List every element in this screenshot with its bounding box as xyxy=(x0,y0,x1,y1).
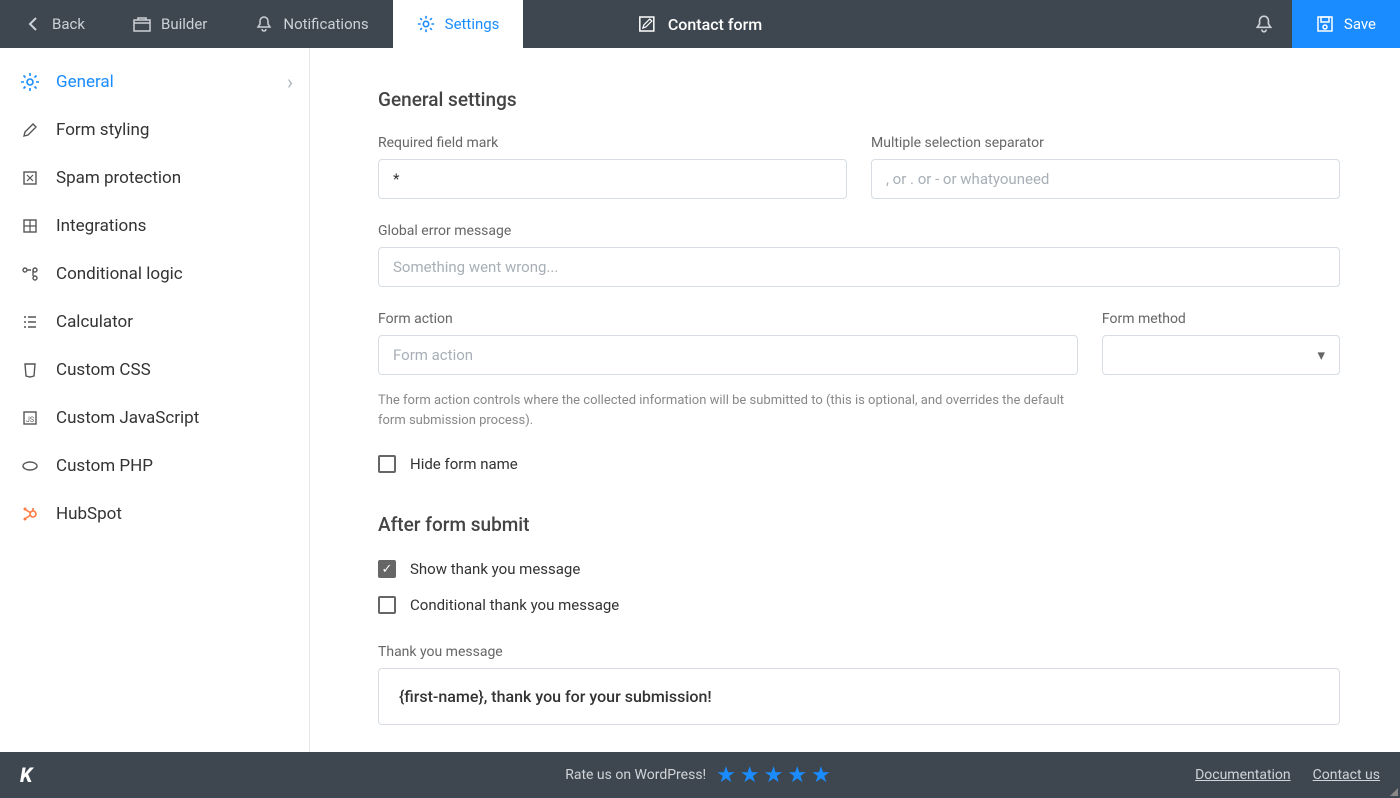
back-label: Back xyxy=(52,15,85,33)
branch-icon xyxy=(20,264,40,284)
rate-text: Rate us on WordPress! xyxy=(565,767,706,783)
global-error-label: Global error message xyxy=(378,223,1340,239)
plug-icon xyxy=(20,216,40,236)
form-method-select[interactable] xyxy=(1102,335,1340,375)
brush-icon xyxy=(20,120,40,140)
chevron-left-icon xyxy=(24,15,42,33)
tab-settings[interactable]: Settings xyxy=(393,0,524,48)
form-method-label: Form method xyxy=(1102,311,1340,327)
form-action-help: The form action controls where the colle… xyxy=(378,391,1078,431)
svg-text:JS: JS xyxy=(26,416,34,424)
notifications-bell-button[interactable] xyxy=(1236,0,1292,48)
settings-content: General settings Required field mark Mul… xyxy=(310,48,1400,752)
section-title-general: General settings xyxy=(378,88,1340,111)
sidebar-item-custom-php[interactable]: Custom PHP xyxy=(0,442,309,490)
sidebar-item-label: General xyxy=(56,72,114,92)
hide-form-name-label: Hide form name xyxy=(410,455,518,473)
gear-icon xyxy=(20,72,40,92)
top-bar: Back Builder Notifications Settings Cont… xyxy=(0,0,1400,48)
required-mark-label: Required field mark xyxy=(378,135,847,151)
settings-label: Settings xyxy=(445,15,500,33)
resize-handle-icon[interactable] xyxy=(1386,784,1398,796)
builder-icon xyxy=(133,15,151,33)
form-action-input[interactable] xyxy=(378,335,1078,375)
sidebar-item-hubspot[interactable]: HubSpot xyxy=(0,490,309,538)
required-mark-input[interactable] xyxy=(378,159,847,199)
builder-label: Builder xyxy=(161,15,207,33)
show-thank-you-checkbox[interactable]: ✓ xyxy=(378,560,396,578)
bell-icon xyxy=(255,15,273,33)
hide-form-name-checkbox[interactable] xyxy=(378,455,396,473)
documentation-link[interactable]: Documentation xyxy=(1195,767,1291,783)
shield-icon xyxy=(20,168,40,188)
sidebar-item-custom-javascript[interactable]: JS Custom JavaScript xyxy=(0,394,309,442)
form-action-label: Form action xyxy=(378,311,1078,327)
sidebar-item-calculator[interactable]: Calculator xyxy=(0,298,309,346)
save-label: Save xyxy=(1344,15,1376,33)
settings-sidebar: General › Form styling Spam protection I… xyxy=(0,48,310,752)
sidebar-item-label: Conditional logic xyxy=(56,264,183,284)
sidebar-item-label: Form styling xyxy=(56,120,149,140)
page-title: Contact form xyxy=(638,0,762,48)
thank-you-label: Thank you message xyxy=(378,644,1340,660)
rating-stars[interactable]: ★★★★★ xyxy=(716,763,835,788)
save-button[interactable]: Save xyxy=(1292,0,1400,48)
sidebar-item-label: Custom PHP xyxy=(56,456,153,476)
tab-builder[interactable]: Builder xyxy=(109,0,231,48)
form-title-text: Contact form xyxy=(668,15,762,34)
global-error-input[interactable] xyxy=(378,247,1340,287)
sidebar-item-spam-protection[interactable]: Spam protection xyxy=(0,154,309,202)
sidebar-item-custom-css[interactable]: Custom CSS xyxy=(0,346,309,394)
sidebar-item-label: Integrations xyxy=(56,216,146,236)
sidebar-item-label: Custom CSS xyxy=(56,360,151,380)
logo: K xyxy=(20,763,32,787)
list-icon xyxy=(20,312,40,332)
sidebar-item-label: HubSpot xyxy=(56,504,122,524)
sidebar-item-label: Spam protection xyxy=(56,168,181,188)
notifications-label: Notifications xyxy=(283,15,368,33)
php-icon xyxy=(20,456,40,476)
sidebar-item-general[interactable]: General › xyxy=(0,58,309,106)
contact-us-link[interactable]: Contact us xyxy=(1313,767,1380,783)
section-title-after-submit: After form submit xyxy=(378,513,1340,536)
back-button[interactable]: Back xyxy=(0,0,109,48)
edit-icon[interactable] xyxy=(638,15,656,33)
css-icon xyxy=(20,360,40,380)
gear-icon xyxy=(417,15,435,33)
conditional-thank-you-checkbox[interactable] xyxy=(378,596,396,614)
separator-label: Multiple selection separator xyxy=(871,135,1340,151)
thank-you-message-input[interactable]: {first-name}, thank you for your submiss… xyxy=(378,668,1340,725)
sidebar-item-conditional-logic[interactable]: Conditional logic xyxy=(0,250,309,298)
separator-input[interactable] xyxy=(871,159,1340,199)
conditional-thank-you-label: Conditional thank you message xyxy=(410,596,619,614)
js-icon: JS xyxy=(20,408,40,428)
hubspot-icon xyxy=(20,504,40,524)
sidebar-item-integrations[interactable]: Integrations xyxy=(0,202,309,250)
save-icon xyxy=(1316,15,1334,33)
tab-notifications[interactable]: Notifications xyxy=(231,0,392,48)
sidebar-item-form-styling[interactable]: Form styling xyxy=(0,106,309,154)
sidebar-item-label: Calculator xyxy=(56,312,133,332)
sidebar-item-label: Custom JavaScript xyxy=(56,408,199,428)
chevron-right-icon: › xyxy=(287,70,293,94)
footer-bar: K Rate us on WordPress! ★★★★★ Documentat… xyxy=(0,752,1400,798)
show-thank-you-label: Show thank you message xyxy=(410,560,580,578)
